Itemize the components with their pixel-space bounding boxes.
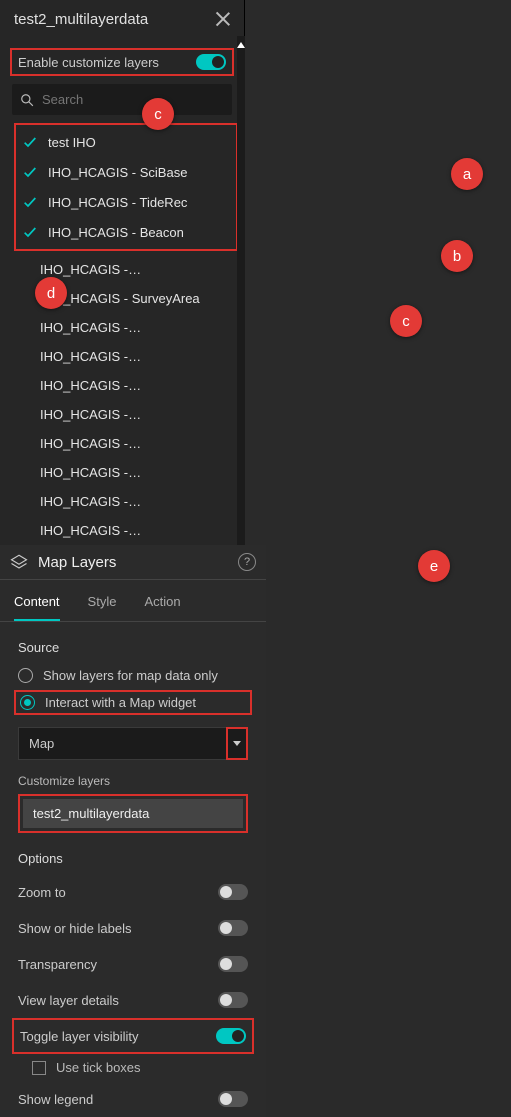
- layer-item[interactable]: IHO_HCAGIS - TideRec: [16, 187, 236, 217]
- details-toggle[interactable]: [218, 992, 248, 1008]
- option-label: Toggle layer visibility: [20, 1029, 139, 1044]
- close-icon[interactable]: [214, 10, 232, 28]
- panel-title: test2_multilayerdata: [14, 11, 148, 28]
- layer-label: IHO_HCAGIS -…: [40, 349, 141, 364]
- enable-customize-toggle[interactable]: [196, 54, 226, 70]
- check-icon: [22, 224, 38, 240]
- enable-customize-row: Enable customize layers: [10, 48, 234, 76]
- annotation-badge-e: e: [418, 550, 450, 582]
- customize-layer-selector[interactable]: test2_multilayerdata: [18, 794, 248, 833]
- help-icon[interactable]: ?: [238, 553, 256, 571]
- option-label: Show or hide labels: [18, 921, 131, 936]
- check-icon: [22, 134, 38, 150]
- radio-label: Interact with a Map widget: [45, 695, 196, 710]
- customize-label: Customize layers: [0, 760, 266, 794]
- search-wrap: [12, 84, 232, 115]
- config-panel: Map Layers ? Content Style Action Source…: [0, 545, 266, 1117]
- option-use-tick-boxes[interactable]: Use tick boxes: [0, 1054, 266, 1081]
- option-label: Transparency: [18, 957, 97, 972]
- option-toggle-visibility: Toggle layer visibility: [12, 1018, 254, 1054]
- selected-layer-value: test2_multilayerdata: [23, 799, 243, 828]
- annotation-badge-a: a: [451, 158, 483, 190]
- layer-list: test IHO IHO_HCAGIS - SciBase IHO_HCAGIS…: [0, 123, 244, 545]
- layer-label: IHO_HCAGIS -…: [40, 436, 141, 451]
- radio-label: Show layers for map data only: [43, 668, 218, 683]
- source-label: Source: [0, 622, 266, 663]
- layer-item[interactable]: IHO_HCAGIS - Beacon: [16, 217, 236, 247]
- search-input[interactable]: [12, 84, 232, 115]
- option-label: View layer details: [18, 993, 119, 1008]
- check-icon: [22, 164, 38, 180]
- radio-icon: [20, 695, 35, 710]
- layer-label: IHO_HCAGIS -…: [40, 378, 141, 393]
- legend-toggle[interactable]: [218, 1091, 248, 1107]
- annotation-badge-c: c: [142, 98, 174, 130]
- panel-header: test2_multilayerdata: [0, 0, 244, 38]
- config-header: Map Layers ?: [0, 545, 266, 580]
- annotation-badge-d: d: [35, 277, 67, 309]
- visibility-toggle[interactable]: [216, 1028, 246, 1044]
- config-title: Map Layers: [38, 554, 238, 571]
- chevron-down-icon[interactable]: [226, 727, 248, 760]
- layer-label: IHO_HCAGIS -…: [40, 262, 141, 277]
- tabbar: Content Style Action: [0, 580, 266, 622]
- transparency-toggle[interactable]: [218, 956, 248, 972]
- scrollbar[interactable]: [237, 36, 245, 545]
- layer-item[interactable]: IHO_HCAGIS -…: [8, 458, 244, 487]
- layer-label: IHO_HCAGIS -…: [40, 407, 141, 422]
- annotation-badge-b: b: [441, 240, 473, 272]
- zoom-toggle[interactable]: [218, 884, 248, 900]
- layer-label: IHO_HCAGIS -…: [40, 320, 141, 335]
- search-icon: [20, 93, 34, 107]
- layer-item[interactable]: IHO_HCAGIS -…: [8, 313, 244, 342]
- layer-item[interactable]: IHO_HCAGIS -…: [8, 371, 244, 400]
- tab-action[interactable]: Action: [144, 594, 180, 621]
- layer-label: IHO_HCAGIS -…: [40, 465, 141, 480]
- map-select-value: Map: [18, 727, 226, 760]
- layer-label: IHO_HCAGIS - TideRec: [48, 195, 187, 210]
- tab-content[interactable]: Content: [14, 594, 60, 621]
- layer-label: IHO_HCAGIS - Beacon: [48, 225, 184, 240]
- layer-item[interactable]: IHO_HCAGIS -…: [8, 429, 244, 458]
- option-show-legend: Show legend: [0, 1081, 266, 1117]
- option-label: Show legend: [18, 1092, 93, 1107]
- radio-interact-widget[interactable]: Interact with a Map widget: [14, 690, 252, 715]
- layer-item[interactable]: IHO_HCAGIS -…: [8, 342, 244, 371]
- layer-item[interactable]: IHO_HCAGIS -…: [8, 487, 244, 516]
- option-show-labels: Show or hide labels: [0, 910, 266, 946]
- option-zoom-to: Zoom to: [0, 874, 266, 910]
- layer-item[interactable]: test IHO: [16, 127, 236, 157]
- radio-icon: [18, 668, 33, 683]
- layer-item[interactable]: IHO_HCAGIS -…: [8, 400, 244, 429]
- layer-item[interactable]: IHO_HCAGIS -…: [8, 516, 244, 545]
- layer-label: IHO_HCAGIS - SciBase: [48, 165, 187, 180]
- checkbox-icon: [32, 1061, 46, 1075]
- check-icon: [22, 194, 38, 210]
- radio-map-data-only[interactable]: Show layers for map data only: [0, 663, 266, 688]
- checkbox-label: Use tick boxes: [56, 1060, 141, 1075]
- checked-layers-group: test IHO IHO_HCAGIS - SciBase IHO_HCAGIS…: [14, 123, 238, 251]
- layers-icon: [10, 553, 28, 571]
- labels-toggle[interactable]: [218, 920, 248, 936]
- option-transparency: Transparency: [0, 946, 266, 982]
- tab-style[interactable]: Style: [88, 594, 117, 621]
- option-label: Zoom to: [18, 885, 66, 900]
- map-select[interactable]: Map: [18, 727, 248, 760]
- annotation-badge-c: c: [390, 305, 422, 337]
- layer-label: IHO_HCAGIS -…: [40, 523, 141, 538]
- enable-customize-label: Enable customize layers: [18, 55, 159, 70]
- scroll-up-icon[interactable]: [237, 42, 245, 48]
- layer-label: test IHO: [48, 135, 96, 150]
- layer-label: IHO_HCAGIS -…: [40, 494, 141, 509]
- layers-panel: test2_multilayerdata Enable customize la…: [0, 0, 245, 545]
- option-layer-details: View layer details: [0, 982, 266, 1018]
- options-label: Options: [0, 833, 266, 874]
- layer-item[interactable]: IHO_HCAGIS - SciBase: [16, 157, 236, 187]
